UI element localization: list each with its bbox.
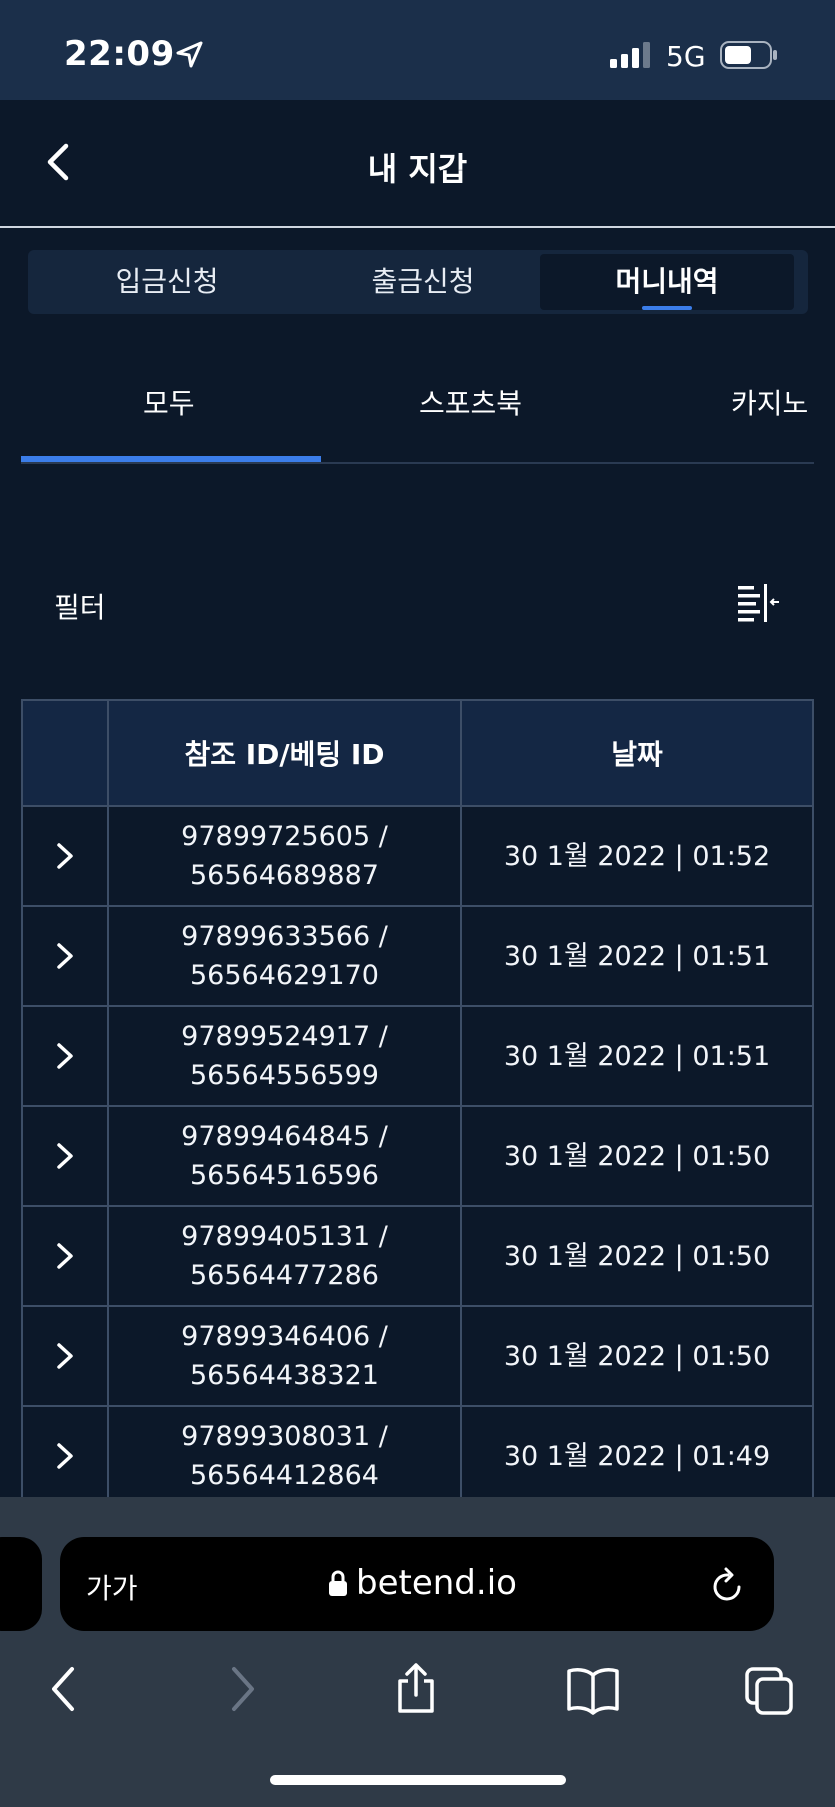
tab-money-history[interactable]: 머니내역: [540, 254, 794, 310]
page-title: 내 지갑: [367, 150, 468, 188]
header-expand: [23, 701, 109, 805]
tab-sportsbook[interactable]: 스포츠북: [419, 382, 522, 422]
chevron-right-icon[interactable]: [53, 1041, 77, 1071]
table-row[interactable]: 97899725605 / 56564689887 30 1월 2022 | 01:…: [23, 807, 812, 907]
reference-id: 97899308031 /: [181, 1421, 388, 1452]
previous-tab-preview[interactable]: [0, 1537, 42, 1631]
date-cell: 30 1월 2022 | 01:51: [503, 1040, 771, 1072]
bet-id: 56564689887: [190, 860, 379, 891]
table-row[interactable]: 97899524917 / 56564556599 30 1월 2022 | 01:…: [23, 1007, 812, 1107]
expand-cell[interactable]: [23, 1207, 109, 1305]
reload-icon[interactable]: [710, 1565, 746, 1605]
active-tab-indicator: [642, 306, 692, 310]
date-cell: 30 1월 2022 | 01:50: [503, 1240, 771, 1272]
reference-id-cell: 97899633566 / 56564629170: [109, 907, 462, 1005]
wallet-tabs: 입금신청 출금신청 머니내역: [28, 250, 808, 314]
filter-list-icon[interactable]: [736, 582, 780, 622]
signal-strength-icon: [610, 42, 650, 68]
app-header: 내 지갑: [0, 100, 835, 228]
date-cell: 30 1월 2022 | 01:50: [503, 1140, 771, 1172]
chevron-right-icon[interactable]: [53, 1241, 77, 1271]
bet-id: 56564629170: [190, 960, 379, 991]
network-type: 5G: [666, 40, 706, 73]
browser-back-icon[interactable]: [48, 1663, 78, 1715]
browser-bar: 가가 betend.io: [0, 1497, 835, 1807]
date-cell: 30 1월 2022 | 01:49: [503, 1440, 771, 1472]
tab-deposit-request-label: 입금신청: [115, 265, 219, 298]
table-header: 참조 ID/베팅 ID 날짜: [23, 701, 812, 807]
status-bar: 22:09 5G: [0, 0, 835, 100]
category-tabs: 모두 스포츠북 카지노: [21, 360, 814, 464]
tab-deposit-request[interactable]: 입금신청: [40, 254, 294, 310]
date-cell: 30 1월 2022 | 01:52: [503, 840, 771, 872]
text-size-button[interactable]: 가가: [86, 1567, 138, 1607]
status-time: 22:09: [64, 34, 175, 74]
table-body: 97899725605 / 56564689887 30 1월 2022 | 01:…: [23, 807, 812, 1507]
tab-money-history-label: 머니내역: [615, 265, 719, 298]
expand-cell[interactable]: [23, 807, 109, 905]
location-arrow-icon: [176, 41, 203, 68]
reference-id-cell: 97899405131 / 56564477286: [109, 1207, 462, 1305]
reference-id-cell: 97899524917 / 56564556599: [109, 1007, 462, 1105]
share-icon[interactable]: [394, 1663, 438, 1715]
reference-id-cell: 97899346406 / 56564438321: [109, 1307, 462, 1405]
bet-id: 56564477286: [190, 1260, 379, 1291]
chevron-right-icon[interactable]: [53, 1441, 77, 1471]
filter-label: 필터: [54, 591, 106, 624]
tabs-icon[interactable]: [744, 1663, 796, 1715]
reference-id: 97899725605 /: [181, 821, 388, 852]
chevron-right-icon[interactable]: [53, 1141, 77, 1171]
history-table: 참조 ID/베팅 ID 날짜 97899725605 / 56564689887 3…: [21, 699, 814, 1509]
table-row[interactable]: 97899464845 / 56564516596 30 1월 2022 | 01:…: [23, 1107, 812, 1207]
tab-casino[interactable]: 카지노: [731, 382, 808, 422]
reference-id-cell: 97899464845 / 56564516596: [109, 1107, 462, 1205]
tab-withdraw-request-label: 출금신청: [371, 265, 475, 298]
header-reference-id: 참조 ID/베팅 ID: [109, 701, 462, 805]
table-row[interactable]: 97899346406 / 56564438321 30 1월 2022 | 01:…: [23, 1307, 812, 1407]
bet-id: 56564516596: [190, 1160, 379, 1191]
reference-id: 97899633566 /: [181, 921, 388, 952]
bookmarks-icon[interactable]: [566, 1663, 620, 1715]
chevron-right-icon[interactable]: [53, 941, 77, 971]
url-domain: betend.io: [356, 1563, 517, 1603]
table-row[interactable]: 97899308031 / 56564412864 30 1월 2022 | 01:…: [23, 1407, 812, 1507]
reference-id: 97899346406 /: [181, 1321, 388, 1352]
reference-id-cell: 97899308031 / 56564412864: [109, 1407, 462, 1505]
browser-forward-icon[interactable]: [228, 1663, 258, 1715]
reference-id: 97899464845 /: [181, 1121, 388, 1152]
expand-cell[interactable]: [23, 1307, 109, 1405]
reference-id: 97899524917 /: [181, 1021, 388, 1052]
expand-cell[interactable]: [23, 907, 109, 1005]
expand-cell[interactable]: [23, 1407, 109, 1505]
tab-withdraw-request[interactable]: 출금신청: [296, 254, 550, 310]
tab-all[interactable]: 모두: [143, 382, 195, 422]
bet-id: 56564438321: [190, 1360, 379, 1391]
date-cell: 30 1월 2022 | 01:51: [503, 940, 771, 972]
chevron-right-icon[interactable]: [53, 1341, 77, 1371]
reference-id-cell: 97899725605 / 56564689887: [109, 807, 462, 905]
bet-id: 56564556599: [190, 1060, 379, 1091]
reference-id: 97899405131 /: [181, 1221, 388, 1252]
table-row[interactable]: 97899633566 / 56564629170 30 1월 2022 | 01:…: [23, 907, 812, 1007]
expand-cell[interactable]: [23, 1007, 109, 1105]
address-bar[interactable]: 가가 betend.io: [60, 1537, 774, 1631]
expand-cell[interactable]: [23, 1107, 109, 1205]
battery-icon: [720, 41, 777, 69]
table-row[interactable]: 97899405131 / 56564477286 30 1월 2022 | 01:…: [23, 1207, 812, 1307]
header-date: 날짜: [611, 738, 663, 771]
lock-icon: [329, 1570, 347, 1596]
chevron-right-icon[interactable]: [53, 841, 77, 871]
home-indicator: [270, 1775, 566, 1785]
date-cell: 30 1월 2022 | 01:50: [503, 1340, 771, 1372]
bet-id: 56564412864: [190, 1460, 379, 1491]
active-subtab-indicator: [21, 456, 321, 462]
